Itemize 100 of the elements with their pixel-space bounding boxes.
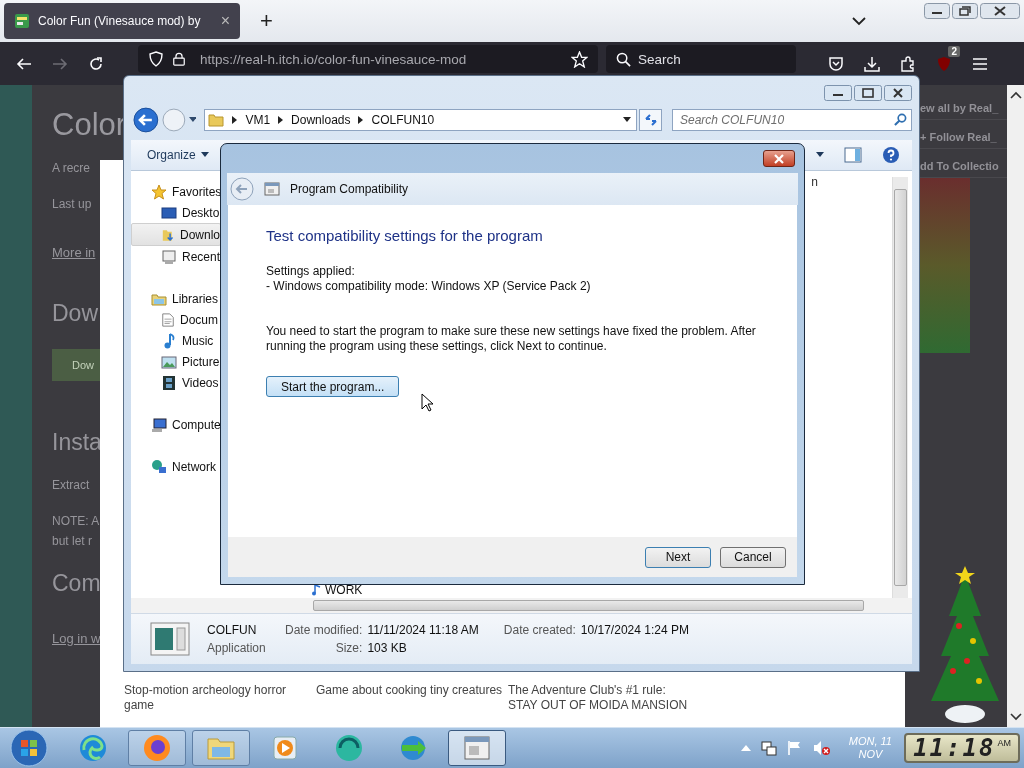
clock-period: AM [997,738,1011,748]
reload-icon[interactable] [88,55,104,72]
section-heading: Com [52,570,101,597]
chevron-down-icon[interactable] [852,16,866,26]
file-type: Application [207,641,266,655]
game-description: Stop-motion archeology horror game [124,683,288,713]
application-icon [149,622,191,656]
breadcrumb-arrow-icon[interactable] [232,116,238,124]
settings-value: - Windows compatibility mode: Windows XP (Service Pack 2) [266,279,591,294]
page-text: but let r [52,534,93,548]
refresh-button[interactable] [639,109,662,131]
horizontal-scrollbar[interactable] [131,598,912,613]
clock-time: 11:18 [913,734,996,762]
picture-icon [161,353,177,370]
taskbar-button[interactable] [448,730,506,766]
scrollbar-thumb[interactable] [894,189,907,586]
breadcrumb-item[interactable]: Downloads [291,113,351,127]
breadcrumb-item[interactable]: COLFUN10 [371,113,435,127]
close-icon[interactable] [884,85,912,101]
instruction-text: You need to start the program to make sure these new settings have fixed the problem. After running the program using these settings, click Next to continue. [266,324,757,354]
new-tab-button[interactable]: + [254,8,279,34]
game-description: The Adventure Club's #1 rule: STAY OUT OF MOIDA MANSION [508,683,689,713]
page-text: NOTE: A [52,514,100,528]
browser-tab[interactable]: Color Fun (Vinesauce mod) by × [4,3,240,39]
lock-icon [172,51,186,67]
notification-badge: 2 [948,45,960,57]
navigation-item[interactable]: Downlo [131,223,221,246]
minimize-icon[interactable] [924,3,950,19]
swirl-icon [78,733,108,763]
dropdown-arrow-icon[interactable] [816,152,824,158]
dropdown-arrow-icon[interactable] [188,117,197,123]
close-icon[interactable] [980,3,1020,19]
back-arrow-icon[interactable] [16,55,32,72]
restore-icon[interactable] [952,3,978,19]
download-button[interactable]: Dow [52,349,100,381]
music-note-icon [161,332,177,349]
window-settings-icon [264,181,280,197]
vertical-scrollbar[interactable] [892,177,908,598]
scroll-up-icon[interactable] [1009,91,1022,99]
organize-menu-button[interactable]: Organize [147,148,209,162]
puzzle-piece-icon[interactable] [900,55,916,72]
refresh-arrows-icon [643,113,658,127]
star-icon[interactable] [571,50,588,68]
breadcrumb-arrow-icon[interactable] [278,116,284,124]
back-button-icon[interactable] [133,107,159,133]
detail-value: 10/17/2024 1:24 PM [580,623,689,637]
taskbar-button[interactable] [192,730,250,766]
maximize-icon[interactable] [854,85,882,101]
page-link[interactable]: More in [52,245,96,260]
detail-label: Date modified: [285,623,363,637]
search-icon [616,52,631,67]
column-heading[interactable]: n [811,175,818,189]
film-strip-icon [161,374,177,391]
date-text: MON, 11 [848,735,892,748]
search-field[interactable]: Search [606,45,796,73]
app-favicon-icon [14,13,30,29]
date-text: NOV [858,748,883,761]
file-name: COLFUN [207,623,257,637]
cancel-button[interactable]: Cancel [720,546,786,568]
scroll-down-icon[interactable] [1009,713,1022,721]
pocket-icon[interactable] [828,55,844,72]
address-bar[interactable]: https://real-h.itch.io/color-fun-vinesauce-mod [138,45,598,73]
close-button[interactable] [763,150,795,167]
document-icon [161,311,175,328]
dialog-title: Program Compatibility [290,182,409,196]
play-button-icon [270,733,300,763]
next-button[interactable]: Next [645,546,711,568]
page-link[interactable]: Log in w [52,631,101,646]
network-globe-icon [151,458,167,475]
computer-icon [151,416,167,433]
address-bar[interactable]: VM1 Downloads COLFUN10 [204,109,638,131]
scrollbar-thumb[interactable] [313,600,864,611]
help-icon[interactable] [882,146,900,164]
dropdown-arrow-icon [200,152,209,158]
fox-globe-icon [142,733,172,763]
download-icon[interactable] [864,55,880,72]
breadcrumb-item[interactable]: VM1 [245,113,271,127]
menu-icon[interactable] [972,55,988,72]
network-icon[interactable] [760,740,777,756]
taskbar-button[interactable] [128,730,186,766]
detail-value: 103 KB [367,641,408,655]
circular-logo-icon [334,733,364,763]
search-field[interactable]: Search COLFUN10 [672,109,912,131]
start-button-icon[interactable] [10,729,48,767]
start-program-button[interactable]: Start the program... [266,376,400,397]
speaker-muted-icon[interactable] [812,740,831,756]
game-description: Game about cooking tiny creatures [316,683,504,699]
window-settings-icon [462,733,492,763]
tab-close-button[interactable]: × [218,12,232,30]
detail-label: Date created: [503,623,576,637]
file-item[interactable]: WORK [311,582,888,598]
minimize-icon[interactable] [824,85,852,101]
dialog-heading: Test compatibility settings for the program [266,227,543,244]
breadcrumb-arrow-icon[interactable] [358,116,364,124]
music-note-icon [311,584,321,596]
desktop-icon [161,204,177,221]
page-text: Last up [52,197,92,211]
dropdown-arrow-icon[interactable] [623,117,632,123]
tab-title: Color Fun (Vinesauce mod) by [38,14,202,28]
page-scrollbar[interactable] [1007,85,1024,727]
